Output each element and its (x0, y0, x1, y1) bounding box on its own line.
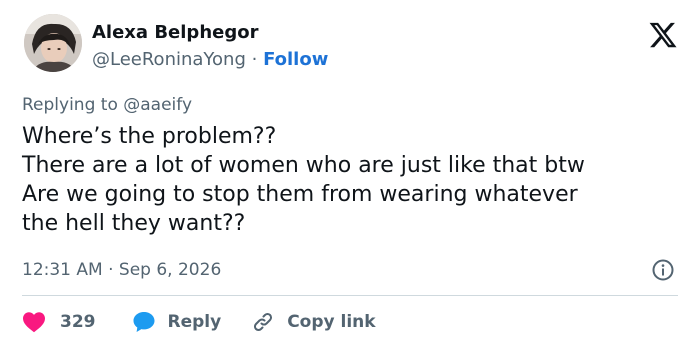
author-name[interactable]: Alexa Belphegor (92, 21, 258, 45)
x-logo-icon[interactable] (648, 20, 678, 50)
replying-to: Replying to @aaeify (22, 93, 192, 117)
link-icon (254, 312, 273, 332)
avatar[interactable] (24, 14, 82, 72)
action-bar: 329 Reply Copy link (22, 309, 376, 335)
tweet-line: Where’s the problem?? (22, 124, 277, 149)
follow-button[interactable]: Follow (263, 49, 328, 70)
tweet-line: There are a lot of women who are just li… (22, 153, 585, 178)
tweet-time: 12:31 AM (22, 260, 103, 280)
handle-separator: · (251, 49, 258, 70)
info-icon[interactable] (651, 258, 675, 282)
reply-label: Reply (167, 312, 222, 332)
divider (22, 295, 678, 296)
copy-link-button[interactable]: Copy link (251, 310, 376, 334)
reply-button[interactable]: Reply (132, 310, 222, 334)
timestamp-separator: · (108, 260, 114, 280)
speech-bubble-icon (133, 312, 154, 332)
like-button[interactable]: 329 (22, 311, 96, 333)
heart-icon (23, 312, 45, 333)
avatar-photo-icon (24, 14, 82, 72)
like-count: 329 (60, 312, 96, 332)
tweet-text: Where’s the problem?? There are a lot of… (22, 122, 682, 238)
author-handle[interactable]: @LeeRoninaYong (92, 49, 246, 70)
replying-to-handle[interactable]: @aaeify (123, 95, 192, 115)
author-handle-row: @LeeRoninaYong · Follow (92, 48, 328, 72)
copy-link-label: Copy link (287, 312, 376, 332)
tweet-date: Sep 6, 2026 (118, 260, 222, 280)
tweet-line: the hell they want?? (22, 211, 246, 236)
replying-to-prefix: Replying to (22, 95, 118, 115)
tweet-line: Are we going to stop them from wearing w… (22, 182, 578, 207)
tweet-timestamp[interactable]: 12:31 AM · Sep 6, 2026 (22, 258, 221, 282)
